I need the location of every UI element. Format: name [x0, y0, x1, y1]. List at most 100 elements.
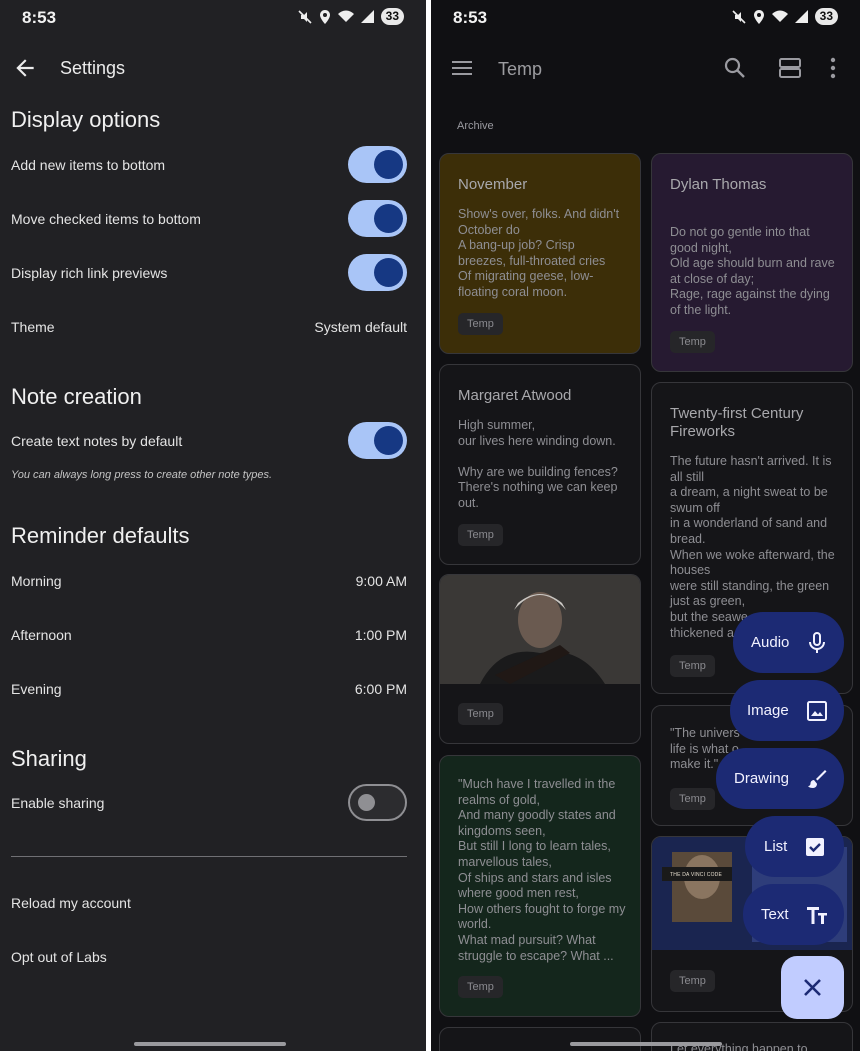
note-card-realms-of-gold[interactable]: "Much have I travelled in the realms of …	[439, 755, 641, 1017]
reload-account-link[interactable]: Reload my account	[11, 895, 131, 911]
status-icons: 33	[298, 8, 404, 25]
layout-toggle-icon[interactable]	[778, 56, 802, 80]
note-body: High summer, our lives here winding down…	[458, 418, 618, 510]
keep-appbar: Temp	[431, 48, 860, 88]
signal-icon	[360, 10, 374, 23]
note-label-chip[interactable]: Temp	[670, 788, 715, 810]
theme-label: Theme	[11, 319, 55, 335]
settings-screen: 8:53 33 Settings Display options Add new…	[0, 0, 426, 1051]
add-new-items-toggle[interactable]	[348, 146, 407, 183]
archive-section-label: Archive	[457, 120, 494, 132]
note-label-chip[interactable]: Temp	[458, 313, 503, 335]
more-options-icon[interactable]	[827, 56, 839, 80]
afternoon-label: Afternoon	[11, 627, 72, 643]
search-icon[interactable]	[723, 56, 747, 80]
evening-value: 6:00 PM	[354, 681, 407, 697]
note-title: Margaret Atwood	[458, 387, 572, 404]
battery-icon: 33	[380, 8, 404, 25]
mute-icon	[298, 9, 312, 24]
fab-label: Text	[761, 906, 789, 923]
list-note-fab[interactable]: List	[745, 816, 844, 877]
status-time: 8:53	[453, 8, 488, 27]
note-body: "Much have I travelled in the realms of …	[458, 777, 626, 963]
note-card-partial[interactable]	[439, 1027, 641, 1051]
note-label-chip[interactable]: Temp	[458, 524, 503, 546]
image-note-fab[interactable]: Image	[730, 680, 844, 741]
brush-icon	[808, 769, 827, 788]
morning-value: 9:00 AM	[355, 573, 407, 589]
location-icon	[753, 9, 764, 24]
location-icon	[319, 9, 330, 24]
note-card-partial-bottom[interactable]: Let everything happen to	[651, 1022, 853, 1051]
section-title-reminder-defaults: Reminder defaults	[11, 523, 190, 548]
rich-link-previews-label: Display rich link previews	[11, 265, 168, 281]
morning-label: Morning	[11, 573, 62, 589]
enable-sharing-toggle[interactable]	[348, 784, 407, 821]
drawing-note-fab[interactable]: Drawing	[716, 748, 844, 809]
move-checked-toggle[interactable]	[348, 200, 407, 237]
menu-icon[interactable]	[450, 56, 474, 80]
text-notes-default-label: Create text notes by default	[11, 433, 183, 449]
note-body: Show's over, folks. And didn't October d…	[458, 207, 620, 299]
enable-sharing-label: Enable sharing	[11, 795, 105, 811]
fab-label: Audio	[751, 634, 790, 651]
label-title: Temp	[498, 59, 543, 79]
note-title: Twenty-first Century Fireworks	[670, 405, 804, 440]
signal-icon	[794, 10, 808, 23]
afternoon-value: 1:00 PM	[354, 627, 407, 643]
note-card-margaret-atwood[interactable]: Margaret Atwood High summer, our lives h…	[439, 364, 641, 565]
section-title-display-options: Display options	[11, 107, 161, 132]
note-title: November	[458, 176, 528, 193]
status-bar: 8:53 33	[0, 0, 426, 36]
note-label-chip[interactable]: Temp	[458, 976, 503, 998]
fab-label: Image	[747, 702, 789, 719]
status-time: 8:53	[22, 8, 57, 27]
add-new-items-label: Add new items to bottom	[11, 157, 166, 173]
toggle-knob	[358, 794, 375, 811]
status-bar: 8:53 33	[431, 0, 860, 36]
book-cover-caption: THE DA VINCI CODE	[670, 872, 723, 878]
microphone-icon	[809, 631, 826, 653]
fab-label: List	[764, 838, 788, 855]
note-label-chip[interactable]: Temp	[670, 970, 715, 992]
note-label-chip[interactable]: Temp	[670, 655, 715, 677]
note-label-chip[interactable]: Temp	[670, 331, 715, 353]
section-title-note-creation: Note creation	[11, 384, 142, 409]
page-title: Settings	[60, 58, 126, 78]
section-title-sharing: Sharing	[11, 746, 87, 771]
mute-icon	[732, 9, 746, 24]
wifi-icon	[771, 10, 788, 22]
back-arrow-icon[interactable]	[12, 55, 38, 81]
note-photo-image	[440, 575, 640, 684]
text-format-icon	[806, 906, 827, 924]
toggle-knob	[374, 204, 403, 233]
note-title: Dylan Thomas	[670, 176, 767, 193]
home-gesture-bar[interactable]	[570, 1042, 722, 1046]
rich-link-previews-toggle[interactable]	[348, 254, 407, 291]
keep-notes-screen: 8:53 33 Temp Archive November Show's ove…	[431, 0, 860, 1051]
toggle-knob	[374, 426, 403, 455]
toggle-knob	[374, 150, 403, 179]
settings-appbar: Settings	[0, 48, 426, 88]
close-icon	[804, 979, 821, 996]
note-card-photo[interactable]: Temp	[439, 574, 641, 744]
move-checked-label: Move checked items to bottom	[11, 211, 201, 227]
note-body: Do not go gentle into that good night, O…	[670, 225, 835, 317]
home-gesture-bar[interactable]	[134, 1042, 286, 1046]
text-note-fab[interactable]: Text	[743, 884, 844, 945]
image-icon	[806, 700, 827, 721]
divider	[11, 856, 407, 857]
close-fab-menu-button[interactable]	[781, 956, 844, 1019]
opt-out-labs-link[interactable]: Opt out of Labs	[11, 949, 107, 965]
checkbox-icon	[806, 837, 825, 856]
text-notes-default-toggle[interactable]	[348, 422, 407, 459]
evening-label: Evening	[11, 681, 62, 697]
long-press-hint: You can always long press to create othe…	[11, 469, 273, 481]
note-card-dylan-thomas[interactable]: Dylan Thomas Do not go gentle into that …	[651, 153, 853, 372]
audio-note-fab[interactable]: Audio	[733, 612, 844, 673]
wifi-icon	[337, 10, 354, 22]
note-label-chip[interactable]: Temp	[458, 703, 503, 725]
fab-label: Drawing	[734, 770, 790, 787]
battery-icon: 33	[814, 8, 838, 25]
note-card-november[interactable]: November Show's over, folks. And didn't …	[439, 153, 641, 354]
